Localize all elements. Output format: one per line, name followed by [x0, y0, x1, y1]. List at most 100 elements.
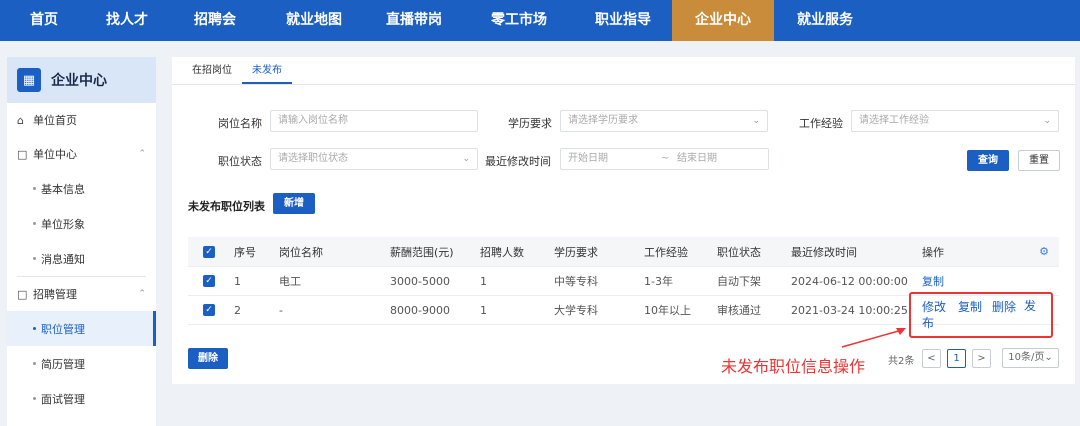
prev-page-button[interactable]: <	[922, 349, 941, 368]
bullet-icon	[33, 327, 36, 330]
sidebar-item-label: 基本信息	[41, 182, 85, 196]
bullet-icon	[33, 397, 36, 400]
nav-live-recruiting[interactable]: 直播带岗	[364, 0, 464, 41]
add-button[interactable]: 新增	[273, 193, 315, 214]
chevron-up-icon: ⌃	[138, 289, 146, 299]
row-post-name: 电工	[279, 275, 301, 288]
tab-recruiting[interactable]: 在招岗位	[182, 57, 242, 84]
query-button[interactable]: 查询	[967, 150, 1009, 171]
chevron-down-icon: ⌄	[752, 116, 760, 126]
sidebar-item-label: 单位中心	[33, 148, 77, 161]
post-name-input[interactable]: 请输入岗位名称	[270, 110, 478, 132]
modtime-label: 最近修改时间	[485, 155, 551, 168]
exp-select[interactable]: 请选择工作经验 ⌄	[851, 110, 1059, 132]
sidebar-item-interview-management[interactable]: 面试管理	[7, 381, 156, 416]
chevron-down-icon: ⌄	[1043, 116, 1051, 126]
column-header: 学历要求	[554, 245, 598, 259]
enterprise-icon: ▦	[17, 68, 41, 92]
placeholder-text: 请输入岗位名称	[278, 115, 348, 126]
row-checkbox[interactable]: ✓	[203, 275, 215, 287]
annotation-label: 未发布职位信息操作	[721, 357, 866, 376]
sidebar-item-job-management[interactable]: 职位管理	[7, 311, 156, 346]
tab-bar: 在招岗位 未发布	[172, 57, 1075, 85]
table-header: ✓ 序号 岗位名称 薪酬范围(元) 招聘人数 学历要求 工作经验 职位状态 最近…	[188, 237, 1059, 267]
column-header: 薪酬范围(元)	[390, 245, 454, 259]
sidebar-group-unit-center[interactable]: □ 单位中心 ⌃	[7, 137, 156, 171]
chevron-down-icon: ⌄	[462, 154, 470, 164]
column-header: 工作经验	[644, 245, 688, 259]
row-count: 1	[480, 274, 487, 288]
row-checkbox[interactable]: ✓	[203, 304, 215, 316]
post-name-label: 岗位名称	[218, 117, 262, 130]
sidebar-item-home[interactable]: ⌂ 单位首页	[7, 103, 156, 137]
row-status: 自动下架	[717, 275, 761, 288]
row-edu: 大学专科	[554, 304, 598, 317]
nav-employment-services[interactable]: 就业服务	[774, 0, 876, 41]
page-button[interactable]: 1	[947, 349, 966, 368]
bullet-icon	[33, 362, 36, 365]
edu-select[interactable]: 请选择学历要求 ⌄	[560, 110, 768, 132]
row-salary: 8000-9000	[390, 303, 450, 317]
date-range-input[interactable]: 开始日期 ~ 结束日期	[560, 148, 769, 170]
home-icon: ⌂	[17, 113, 24, 127]
reset-button[interactable]: 重置	[1018, 150, 1060, 171]
nav-find-talent[interactable]: 找人才	[88, 0, 166, 41]
next-page-button[interactable]: >	[972, 349, 991, 368]
column-header: 招聘人数	[480, 245, 524, 259]
column-header: 操作	[922, 245, 944, 259]
nav-job-fair[interactable]: 招聘会	[166, 0, 264, 41]
sidebar-item-label: 简历管理	[41, 357, 85, 371]
sidebar: ▦ 企业中心 ⌂ 单位首页 □ 单位中心 ⌃ 基本信息 单位形象 消息通知 □ …	[7, 57, 156, 426]
nav-employment-map[interactable]: 就业地图	[264, 0, 364, 41]
folder-icon: □	[17, 287, 28, 301]
page-size-select[interactable]: 10条/页⌄	[1002, 348, 1059, 368]
sidebar-item-notifications[interactable]: 消息通知	[7, 241, 156, 276]
placeholder-text: 请选择工作经验	[859, 115, 929, 126]
column-header: 职位状态	[717, 245, 761, 259]
sidebar-item-unit-image[interactable]: 单位形象	[7, 206, 156, 241]
nav-career-guidance[interactable]: 职业指导	[574, 0, 672, 41]
bullet-icon	[33, 222, 36, 225]
tab-unpublished[interactable]: 未发布	[242, 57, 292, 84]
status-select[interactable]: 请选择职位状态 ⌄	[270, 148, 478, 170]
row-salary: 3000-5000	[390, 274, 450, 288]
end-date-placeholder: 结束日期	[677, 153, 717, 164]
sidebar-item-label: 招聘管理	[33, 288, 77, 301]
copy-link[interactable]: 复制	[922, 273, 944, 289]
nav-enterprise-center[interactable]: 企业中心	[672, 0, 774, 41]
bullet-icon	[33, 257, 36, 260]
nav-gig-market[interactable]: 零工市场	[464, 0, 574, 41]
gear-icon[interactable]: ⚙	[1039, 245, 1049, 258]
bullet-icon	[33, 187, 36, 190]
sidebar-group-recruiting[interactable]: □ 招聘管理 ⌃	[7, 277, 156, 311]
select-all-checkbox[interactable]: ✓	[203, 245, 215, 258]
row-time: 2021-03-24 10:00:25	[791, 303, 908, 317]
list-title: 未发布职位列表	[188, 200, 265, 213]
publish-link[interactable]: 发布	[922, 298, 1046, 332]
row-edu: 中等专科	[554, 275, 598, 288]
column-header: 最近修改时间	[791, 245, 857, 259]
top-nav: 首页 找人才 招聘会 就业地图 直播带岗 零工市场 职业指导 企业中心 就业服务	[0, 0, 1080, 41]
row-exp: 1-3年	[644, 275, 673, 288]
column-header: 岗位名称	[279, 245, 323, 259]
sidebar-item-label: 单位形象	[41, 217, 85, 231]
row-no: 1	[234, 274, 241, 288]
placeholder-text: 请选择职位状态	[278, 153, 348, 164]
chevron-up-icon: ⌃	[138, 149, 146, 159]
status-label: 职位状态	[218, 155, 262, 168]
sidebar-item-resume-management[interactable]: 简历管理	[7, 346, 156, 381]
row-count: 1	[480, 303, 487, 317]
row-status: 审核通过	[717, 304, 761, 317]
nav-home[interactable]: 首页	[0, 0, 88, 41]
page-size-value: 10条/页	[1008, 352, 1045, 363]
sidebar-header: ▦ 企业中心	[7, 57, 156, 103]
column-header: 序号	[234, 245, 256, 259]
edu-label: 学历要求	[508, 117, 552, 130]
sidebar-title: 企业中心	[51, 73, 107, 89]
sidebar-item-basic-info[interactable]: 基本信息	[7, 171, 156, 206]
pager-total: 共2条	[888, 356, 915, 367]
arrow-icon	[841, 328, 906, 348]
delete-button[interactable]: 删除	[188, 348, 228, 369]
exp-label: 工作经验	[799, 117, 843, 130]
sidebar-item-label: 单位首页	[33, 114, 77, 127]
